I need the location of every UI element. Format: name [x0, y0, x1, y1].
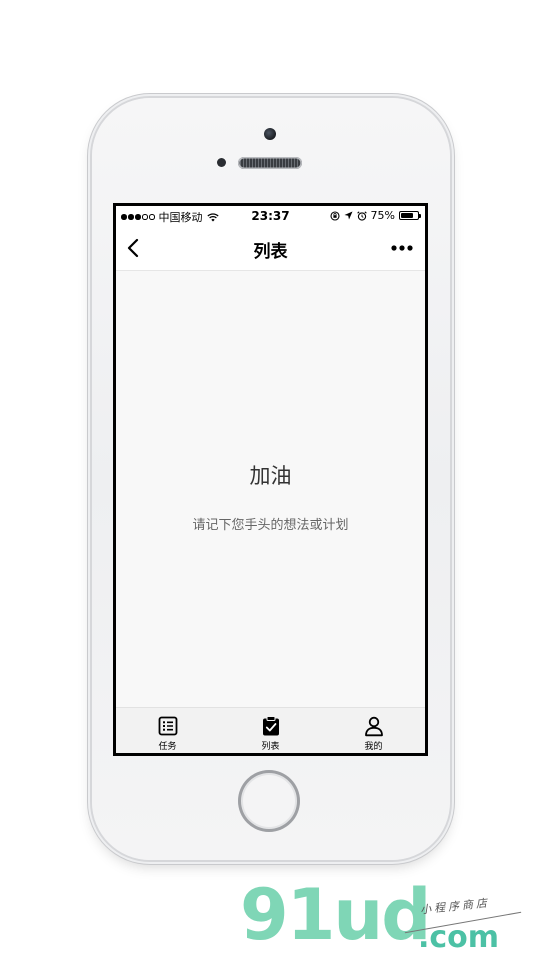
- navigation-bar: 列表: [116, 228, 425, 271]
- home-button[interactable]: [238, 770, 300, 832]
- task-list-icon: [158, 716, 177, 736]
- tab-bar: 任务 列表 我的: [116, 707, 425, 753]
- orientation-lock-icon: [329, 210, 340, 221]
- location-arrow-icon: [344, 211, 353, 220]
- watermark-domain-suffix: .com: [418, 920, 500, 955]
- watermark-logo: 91ud: [240, 874, 431, 956]
- battery-percent: 75%: [370, 209, 395, 222]
- tab-profile[interactable]: 我的: [322, 708, 425, 753]
- empty-state-subtitle: 请记下您手头的想法或计划: [192, 518, 349, 533]
- watermark-tagline: 小程序商店: [419, 896, 491, 917]
- proximity-sensor: [217, 158, 226, 167]
- tab-list[interactable]: 列表: [219, 708, 322, 753]
- person-icon: [364, 716, 383, 737]
- more-horizontal-icon[interactable]: [387, 237, 417, 259]
- clipboard-check-icon: [262, 716, 279, 736]
- tab-label: 我的: [364, 742, 383, 752]
- phone-screen: 中国移动 23:37 75% 列表 加油 请记下您手头的想法或计划 任务 列表 …: [113, 203, 428, 756]
- alarm-clock-icon: [356, 210, 367, 221]
- tab-label: 列表: [261, 742, 280, 752]
- status-bar: 中国移动 23:37 75%: [116, 206, 425, 228]
- status-right: 75%: [329, 209, 421, 222]
- tab-tasks[interactable]: 任务: [116, 708, 219, 753]
- battery-icon: [399, 211, 421, 220]
- empty-state-title: 加油: [249, 464, 292, 488]
- earpiece-speaker: [238, 157, 302, 169]
- main-content: 加油 请记下您手头的想法或计划: [116, 271, 425, 707]
- page-title: 列表: [253, 242, 288, 262]
- front-camera: [264, 128, 276, 140]
- tab-label: 任务: [158, 742, 177, 752]
- stage: 中国移动 23:37 75% 列表 加油 请记下您手头的想法或计划 任务 列表 …: [0, 0, 540, 960]
